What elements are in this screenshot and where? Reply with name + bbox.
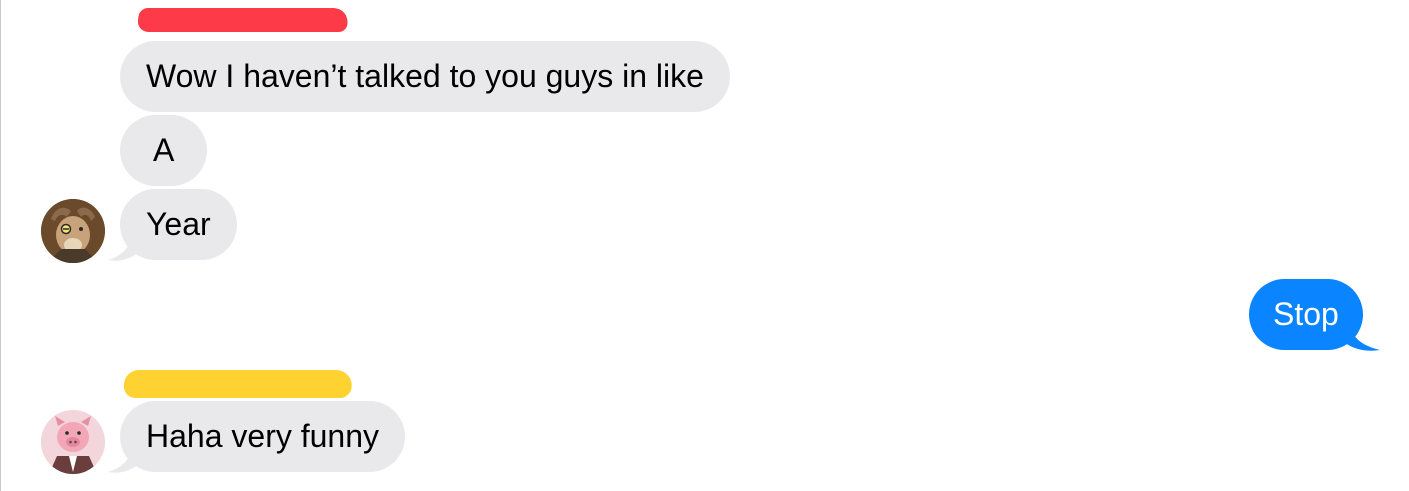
- message-bubble-outgoing[interactable]: Stop: [1249, 279, 1363, 350]
- message-text: A: [153, 132, 175, 168]
- message-bubble-incoming[interactable]: Year: [120, 189, 237, 260]
- message-bubble-incoming[interactable]: Haha very funny: [120, 401, 406, 472]
- pig-avatar-icon[interactable]: [41, 410, 105, 474]
- message-text: Haha very funny: [146, 418, 380, 454]
- message-bubble-incoming[interactable]: A: [120, 115, 208, 186]
- message-bubble-incoming[interactable]: Wow I haven’t talked to you guys in like: [120, 41, 730, 112]
- window-edge-divider: [0, 0, 1, 491]
- message-text: Wow I haven’t talked to you guys in like: [146, 58, 704, 94]
- message-text: Stop: [1273, 296, 1339, 332]
- redacted-sender-name: [122, 370, 354, 398]
- redacted-sender-name: [136, 8, 350, 32]
- message-text: Year: [146, 206, 211, 242]
- goat-avatar-icon[interactable]: [41, 199, 105, 263]
